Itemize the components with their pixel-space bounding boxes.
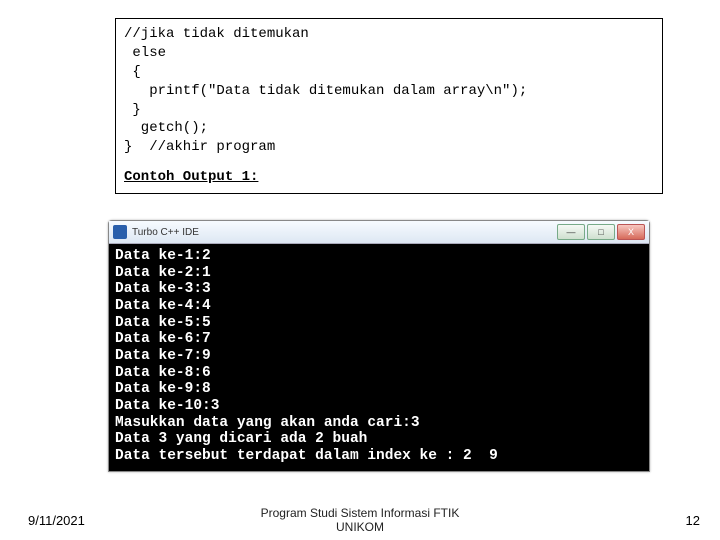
console-line: Data ke-4:4 (115, 298, 211, 314)
maximize-button[interactable]: □ (587, 224, 615, 240)
footer-line1: Program Studi Sistem Informasi FTIK (261, 507, 460, 520)
output-label: Contoh Output 1: (124, 169, 654, 185)
console-line: Data ke-10:3 (115, 398, 219, 414)
console-window: Turbo C++ IDE — □ X Data ke-1:2 Data ke-… (108, 220, 650, 472)
code-line: else (124, 45, 166, 61)
footer-line2: UNIKOM (336, 520, 384, 534)
minimize-button[interactable]: — (557, 224, 585, 240)
console-line: Data 3 yang dicari ada 2 buah (115, 431, 367, 447)
slide-date: 9/11/2021 (28, 513, 85, 528)
footer: 9/11/2021 Program Studi Sistem Informasi… (0, 513, 720, 528)
footer-center: Program Studi Sistem Informasi FTIK UNIK… (0, 507, 720, 533)
code-line: } //akhir program (124, 139, 275, 155)
code-line: printf("Data tidak ditemukan dalam array… (124, 83, 527, 99)
code-block: //jika tidak ditemukan else { printf("Da… (124, 25, 654, 157)
code-line: } (124, 102, 141, 118)
console-line: Data tersebut terdapat dalam index ke : … (115, 448, 498, 464)
code-line: { (124, 64, 141, 80)
console-line: Data ke-9:8 (115, 381, 211, 397)
console-line: Data ke-2:1 (115, 265, 211, 281)
console-output: Data ke-1:2 Data ke-2:1 Data ke-3:3 Data… (109, 244, 649, 471)
close-button[interactable]: X (617, 224, 645, 240)
slide: //jika tidak ditemukan else { printf("Da… (0, 0, 720, 540)
window-title: Turbo C++ IDE (132, 227, 555, 238)
console-line: Masukkan data yang akan anda cari:3 (115, 415, 420, 431)
console-line: Data ke-3:3 (115, 281, 211, 297)
code-line: //jika tidak ditemukan (124, 26, 309, 42)
console-line: Data ke-8:6 (115, 365, 211, 381)
console-line: Data ke-1:2 (115, 248, 211, 264)
app-icon (113, 225, 127, 239)
code-line: getch(); (124, 120, 208, 136)
code-box: //jika tidak ditemukan else { printf("Da… (115, 18, 663, 194)
console-line: Data ke-7:9 (115, 348, 211, 364)
slide-number: 12 (686, 513, 700, 528)
console-line: Data ke-6:7 (115, 331, 211, 347)
console-line: Data ke-5:5 (115, 315, 211, 331)
titlebar: Turbo C++ IDE — □ X (109, 221, 649, 244)
